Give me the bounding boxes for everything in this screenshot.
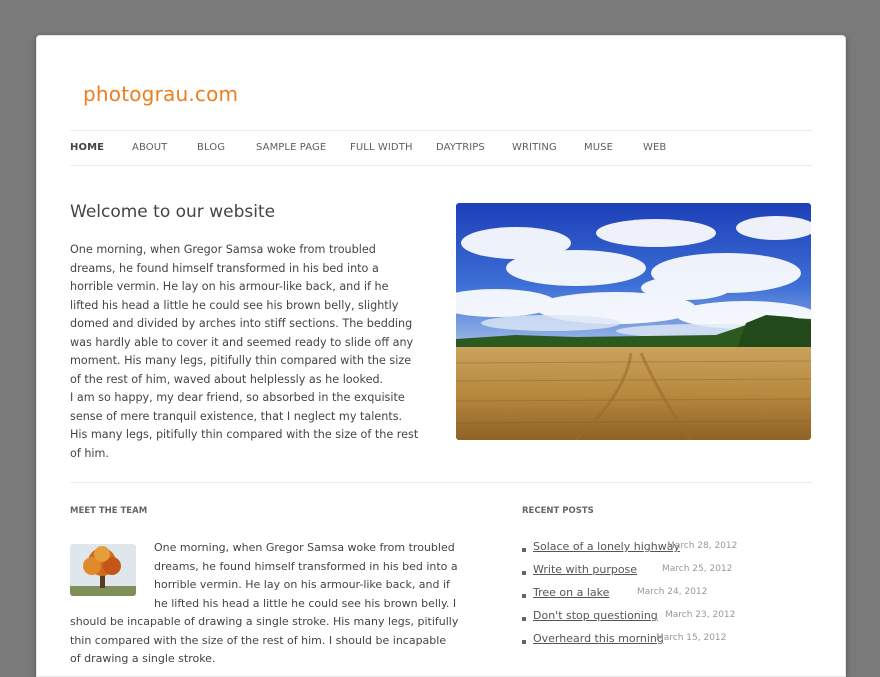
nav-item-writing[interactable]: WRITING bbox=[512, 142, 557, 153]
nav-item-web[interactable]: WEB bbox=[643, 142, 666, 153]
section-divider bbox=[70, 482, 812, 483]
post-date: March 23, 2012 bbox=[665, 610, 736, 620]
browser-page: photograu.com HOME ABOUT BLOG SAMPLE PAG… bbox=[36, 35, 846, 677]
nav-item-blog[interactable]: BLOG bbox=[197, 142, 225, 153]
post-link[interactable]: Write with purpose bbox=[533, 563, 637, 576]
meet-the-team-heading: MEET THE TEAM bbox=[70, 506, 148, 516]
second-paragraph: I am so happy, my dear friend, so absorb… bbox=[70, 391, 419, 460]
main-nav: HOME ABOUT BLOG SAMPLE PAGE FULL WIDTH D… bbox=[70, 130, 812, 166]
post-link[interactable]: Overheard this morning bbox=[533, 632, 664, 645]
post-date: March 24, 2012 bbox=[637, 587, 708, 597]
page-title: Welcome to our website bbox=[70, 202, 276, 222]
bullet-icon bbox=[522, 594, 526, 598]
intro-paragraph: One morning, when Gregor Samsa woke from… bbox=[70, 243, 414, 386]
team-image-tree bbox=[70, 544, 136, 596]
recent-posts-list: Solace of a lonely highway March 28, 201… bbox=[522, 540, 812, 655]
post-link[interactable]: Solace of a lonely highway bbox=[533, 540, 680, 553]
post-date: March 15, 2012 bbox=[656, 633, 727, 643]
post-link[interactable]: Tree on a lake bbox=[533, 586, 609, 599]
bullet-icon bbox=[522, 617, 526, 621]
nav-item-home[interactable]: HOME bbox=[70, 142, 104, 153]
nav-item-daytrips[interactable]: DAYTRIPS bbox=[436, 142, 485, 153]
nav-item-full-width[interactable]: FULL WIDTH bbox=[350, 142, 413, 153]
bullet-icon bbox=[522, 571, 526, 575]
list-item: Tree on a lake March 24, 2012 bbox=[522, 586, 812, 609]
site-title-link[interactable]: photograu.com bbox=[83, 82, 238, 106]
nav-item-muse[interactable]: MUSE bbox=[584, 142, 613, 153]
nav-item-about[interactable]: ABOUT bbox=[132, 142, 167, 153]
post-date: March 25, 2012 bbox=[662, 564, 733, 574]
recent-posts-heading: RECENT POSTS bbox=[522, 506, 594, 516]
post-date: March 28, 2012 bbox=[667, 541, 738, 551]
list-item: Write with purpose March 25, 2012 bbox=[522, 563, 812, 586]
hero-image-wheat-field bbox=[456, 203, 811, 440]
bullet-icon bbox=[522, 548, 526, 552]
list-item: Solace of a lonely highway March 28, 201… bbox=[522, 540, 812, 563]
list-item: Don't stop questioning March 23, 2012 bbox=[522, 609, 812, 632]
list-item: Overheard this morning March 15, 2012 bbox=[522, 632, 812, 655]
post-link[interactable]: Don't stop questioning bbox=[533, 609, 658, 622]
nav-item-sample-page[interactable]: SAMPLE PAGE bbox=[256, 142, 326, 153]
bullet-icon bbox=[522, 640, 526, 644]
